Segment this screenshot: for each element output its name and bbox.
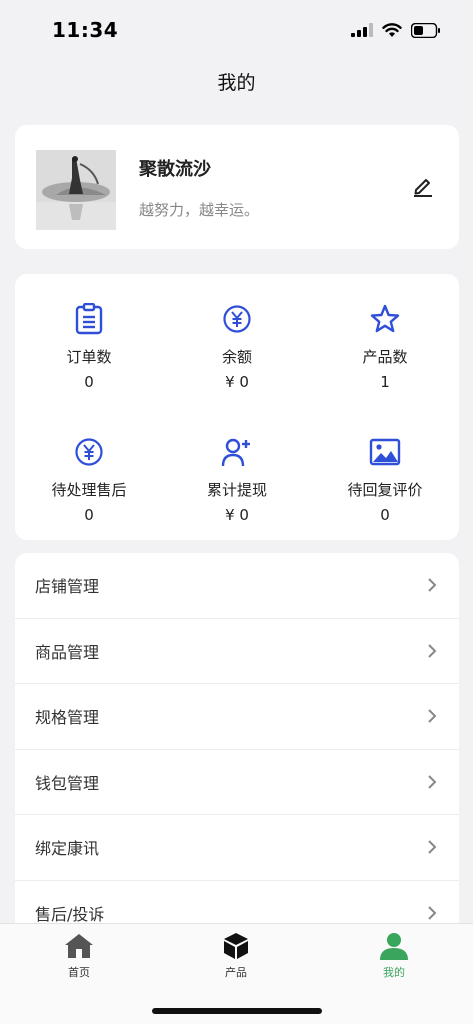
page-title: 我的 <box>217 72 256 94</box>
menu-item-bind[interactable]: 绑定康讯 <box>15 815 459 881</box>
stat-value: 0 <box>380 506 390 524</box>
battery-icon <box>411 22 440 38</box>
avatar[interactable] <box>36 150 116 230</box>
stat-products[interactable]: 产品数 1 <box>311 302 459 391</box>
menu-item-wallet[interactable]: 钱包管理 <box>15 750 459 815</box>
status-bar: 11:34 <box>0 0 473 60</box>
edit-profile-button[interactable] <box>411 174 435 198</box>
star-icon <box>370 304 400 333</box>
menu-item-goods[interactable]: 商品管理 <box>15 619 459 684</box>
tab-mine[interactable]: 我的 <box>349 932 439 980</box>
menu-item-store[interactable]: 店铺管理 <box>15 553 459 619</box>
stat-value: ¥ 0 <box>225 373 249 391</box>
stat-label: 待回复评价 <box>347 481 423 499</box>
stat-withdrawals[interactable]: 累计提现 ¥ 0 <box>163 435 311 524</box>
status-icons <box>351 22 441 38</box>
status-time: 11:34 <box>52 18 119 42</box>
stat-value: 0 <box>84 373 94 391</box>
menu-item-label: 规格管理 <box>35 708 100 728</box>
stat-orders[interactable]: 订单数 0 <box>15 302 163 391</box>
tab-products[interactable]: 产品 <box>191 932 281 980</box>
menu-list: 店铺管理 商品管理 规格管理 钱包管理 绑定康讯 售后/投诉 <box>15 553 459 933</box>
menu-item-label: 商品管理 <box>35 642 100 662</box>
stat-pending-aftersale[interactable]: 待处理售后 0 <box>15 435 163 524</box>
tab-label: 我的 <box>383 966 405 979</box>
menu-item-specs[interactable]: 规格管理 <box>15 684 459 750</box>
profile-name: 聚散流沙 <box>139 159 211 180</box>
signal-icon <box>351 23 373 37</box>
tab-label: 首页 <box>68 966 90 979</box>
menu-item-label: 绑定康讯 <box>35 839 100 859</box>
image-icon <box>369 438 401 466</box>
user-icon <box>380 933 408 960</box>
yen-circle-icon <box>75 438 103 466</box>
menu-item-label: 售后/投诉 <box>35 904 105 924</box>
chevron-right-icon <box>428 775 437 789</box>
stat-label: 产品数 <box>362 348 408 366</box>
chevron-right-icon <box>428 906 437 920</box>
clipboard-icon <box>75 303 103 335</box>
stat-label: 余额 <box>221 348 252 366</box>
stat-label: 累计提现 <box>206 481 267 499</box>
home-indicator[interactable] <box>152 1008 322 1014</box>
box-icon <box>224 933 248 959</box>
stat-label: 订单数 <box>66 348 112 366</box>
menu-item-label: 钱包管理 <box>35 773 100 793</box>
profile-motto: 越努力，越幸运。 <box>139 201 260 219</box>
wifi-icon <box>382 22 402 37</box>
add-user-icon <box>221 438 250 467</box>
stat-balance[interactable]: 余额 ¥ 0 <box>163 302 311 391</box>
home-icon <box>65 934 93 958</box>
chevron-right-icon <box>428 840 437 854</box>
profile-card[interactable]: 聚散流沙 越努力，越幸运。 <box>15 125 459 249</box>
stats-card: 订单数 0 余额 ¥ 0 产品数 1 待处理售后 0 累计提现 ¥ 0 待回复评… <box>15 274 459 540</box>
stat-label: 待处理售后 <box>51 481 127 499</box>
chevron-right-icon <box>428 709 437 723</box>
stat-value: 1 <box>380 373 390 391</box>
stat-pending-reviews[interactable]: 待回复评价 0 <box>311 435 459 524</box>
chevron-right-icon <box>428 644 437 658</box>
tab-label: 产品 <box>225 966 247 979</box>
chevron-right-icon <box>428 578 437 592</box>
yen-circle-icon <box>223 305 251 333</box>
tab-home[interactable]: 首页 <box>34 932 124 980</box>
edit-icon <box>414 179 432 197</box>
stat-value: 0 <box>84 506 94 524</box>
stat-value: ¥ 0 <box>225 506 249 524</box>
menu-item-label: 店铺管理 <box>35 577 100 597</box>
